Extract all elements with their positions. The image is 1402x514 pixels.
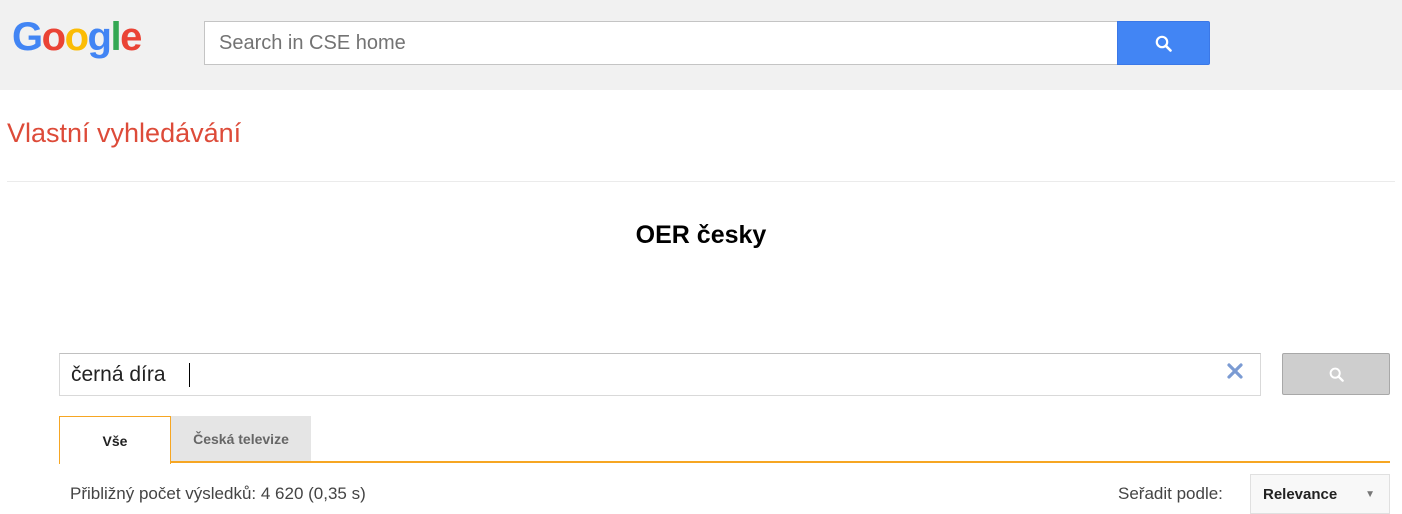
logo-letter: l: [110, 15, 121, 59]
search-icon: [1155, 35, 1172, 52]
page-title: Vlastní vyhledávání: [7, 118, 242, 148]
search-engine-name: OER česky: [635, 221, 767, 249]
cse-search-box[interactable]: [59, 353, 1261, 396]
divider: [7, 181, 1395, 182]
sort-label: Seřadit podle:: [1118, 484, 1223, 503]
logo-letter: o: [41, 15, 66, 59]
google-logo[interactable]: Google: [12, 15, 142, 59]
clear-search-button[interactable]: [1224, 360, 1246, 382]
cse-search-button[interactable]: [1282, 353, 1390, 395]
cse-search-input[interactable]: [60, 354, 1220, 395]
top-bar: Google: [0, 0, 1402, 90]
tab-ceska-televize[interactable]: Česká televize: [171, 416, 311, 461]
logo-letter: G: [12, 15, 43, 59]
refinement-tabs: Vše Česká televize: [59, 416, 1390, 464]
logo-letter: g: [87, 15, 112, 59]
chevron-down-icon: ▼: [1365, 489, 1375, 500]
result-count: Přibližný počet výsledků: 4 620 (0,35 s): [70, 484, 366, 503]
sort-dropdown[interactable]: Relevance ▼: [1250, 474, 1390, 514]
logo-letter: e: [120, 15, 142, 59]
search-icon: [1329, 367, 1344, 382]
sort-value: Relevance: [1263, 485, 1338, 503]
close-icon: [1227, 363, 1243, 379]
top-search-button[interactable]: [1117, 21, 1210, 65]
text-caret: [189, 363, 190, 387]
tab-all[interactable]: Vše: [59, 416, 171, 464]
logo-letter: o: [64, 15, 89, 59]
cse-home-search-input[interactable]: [204, 21, 1117, 65]
